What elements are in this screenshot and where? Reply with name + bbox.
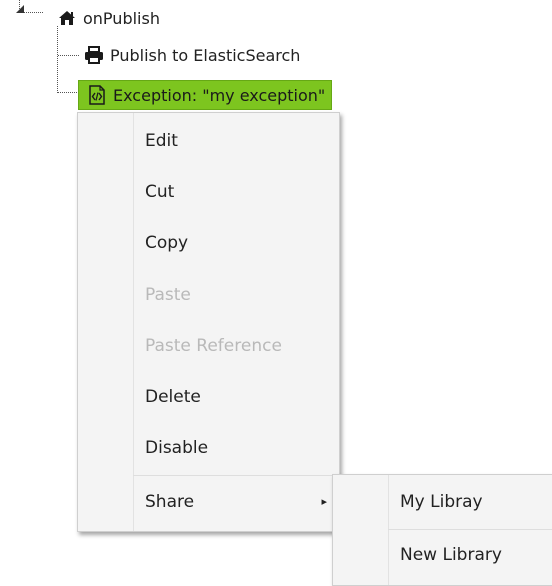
tree-node-publish-to-elasticsearch[interactable]: Publish to ElasticSearch bbox=[84, 43, 300, 67]
tree-node-exception-selected[interactable]: Exception: "my exception" bbox=[78, 80, 333, 110]
menu-item-paste: Paste bbox=[78, 269, 339, 320]
menu-item-label: Paste bbox=[145, 284, 191, 305]
menu-item-label: Paste Reference bbox=[145, 335, 282, 356]
share-submenu: My Libray New Library bbox=[332, 474, 552, 586]
menu-item-paste-reference: Paste Reference bbox=[78, 320, 339, 371]
menu-item-delete[interactable]: Delete bbox=[78, 371, 339, 422]
submenu-item-my-libray[interactable]: My Libray bbox=[333, 476, 552, 528]
submenu-item-label: My Libray bbox=[400, 492, 483, 512]
tree-node-label: Publish to ElasticSearch bbox=[110, 45, 301, 65]
menu-item-share[interactable]: Share ▸ bbox=[78, 476, 339, 527]
menu-item-edit[interactable]: Edit bbox=[78, 115, 339, 166]
home-icon bbox=[57, 8, 77, 28]
menu-item-disable[interactable]: Disable bbox=[78, 422, 339, 473]
menu-item-label: Share bbox=[145, 491, 195, 512]
menu-item-copy[interactable]: Copy bbox=[78, 217, 339, 268]
tree-node-label: Exception: "my exception" bbox=[113, 85, 326, 105]
submenu-arrow-icon: ▸ bbox=[321, 495, 327, 508]
printer-icon bbox=[84, 45, 104, 65]
tree-node-onpublish[interactable]: onPublish bbox=[57, 6, 160, 30]
menu-item-label: Copy bbox=[145, 232, 189, 253]
submenu-item-new-library[interactable]: New Library bbox=[333, 529, 552, 581]
menu-item-label: Edit bbox=[145, 130, 178, 151]
submenu-item-label: New Library bbox=[400, 545, 502, 565]
menu-item-label: Disable bbox=[145, 437, 209, 458]
menu-item-label: Delete bbox=[145, 386, 201, 407]
tree-node-label: onPublish bbox=[83, 8, 160, 28]
code-file-icon bbox=[87, 85, 107, 105]
context-menu: Edit Cut Copy Paste Paste Reference Dele… bbox=[77, 112, 340, 532]
menu-item-cut[interactable]: Cut bbox=[78, 166, 339, 217]
menu-item-label: Cut bbox=[145, 181, 175, 202]
